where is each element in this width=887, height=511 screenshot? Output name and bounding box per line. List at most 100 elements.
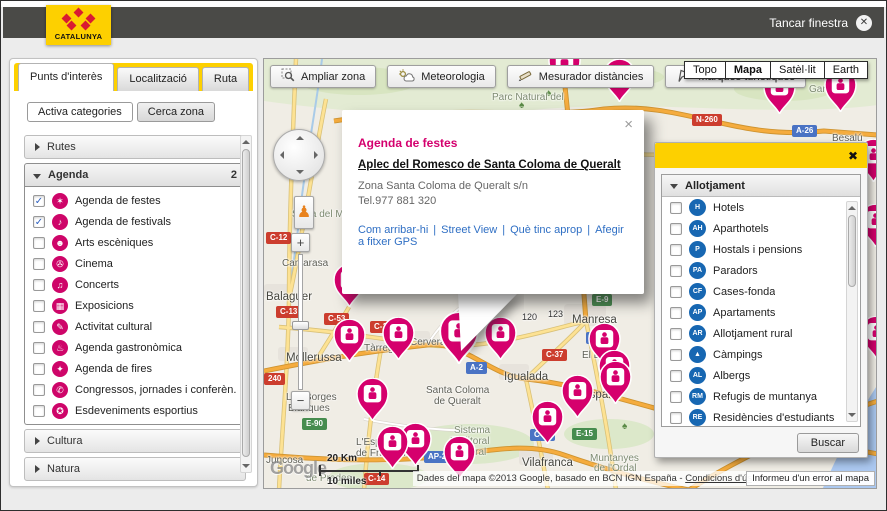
- pan-up-icon[interactable]: [296, 136, 304, 140]
- category-checkbox[interactable]: ✓: [33, 216, 45, 228]
- zoom-in-button[interactable]: +: [291, 233, 310, 252]
- category-label: Agenda de festivals: [75, 216, 171, 228]
- category-checkbox[interactable]: [670, 286, 682, 298]
- report-error-link[interactable]: Informeu d'un error al mapa: [746, 471, 875, 486]
- ampliar-zona-button[interactable]: Ampliar zona: [270, 65, 376, 88]
- popup-title-link[interactable]: Aplec del Romesco de Santa Coloma de Que…: [358, 159, 628, 171]
- scroll-down-icon[interactable]: [241, 460, 251, 472]
- scrollbar-thumb[interactable]: [242, 149, 250, 457]
- category-checkbox[interactable]: [670, 244, 682, 256]
- category-row: AHAparthotels: [662, 218, 860, 239]
- map-canvas[interactable]: Parc Natural delGarrotxaRipollBesalúSerr…: [263, 58, 877, 489]
- accordion-natura[interactable]: Natura: [24, 457, 246, 481]
- tab-ruta[interactable]: Ruta: [202, 67, 249, 91]
- category-label: Concerts: [75, 279, 119, 291]
- scrollbar-thumb[interactable]: [848, 215, 856, 287]
- hostals-i-pensions-icon: P: [689, 241, 706, 258]
- mesurador-dista-ncies-button[interactable]: Mesurador distàncies: [507, 65, 655, 88]
- tab-punts-d-intere-s[interactable]: Punts d'interès: [18, 63, 114, 91]
- category-checkbox[interactable]: [33, 321, 45, 333]
- accordion-rutes[interactable]: Rutes: [24, 135, 246, 159]
- category-checkbox[interactable]: [670, 328, 682, 340]
- category-checkbox[interactable]: [33, 405, 45, 417]
- que-tinc-aprop-link[interactable]: Què tinc aprop: [510, 224, 582, 236]
- popup-tail: [452, 293, 524, 355]
- map-pin[interactable]: [382, 317, 415, 365]
- search-button[interactable]: Buscar: [797, 433, 859, 453]
- category-row: ☻Arts escèniques: [25, 232, 245, 253]
- category-checkbox[interactable]: ✓: [33, 195, 45, 207]
- category-checkbox[interactable]: [670, 412, 682, 424]
- category-checkbox[interactable]: [33, 384, 45, 396]
- zoom-slider-handle[interactable]: [292, 321, 309, 330]
- view-mapa-button[interactable]: Mapa: [726, 61, 771, 79]
- category-row: PHostals i pensions: [662, 239, 860, 260]
- category-checkbox[interactable]: [33, 258, 45, 270]
- category-label: Paradors: [713, 265, 758, 277]
- pegman-icon[interactable]: ♟: [294, 196, 314, 229]
- view-earth-button[interactable]: Earth: [825, 61, 868, 79]
- map-pin[interactable]: [333, 319, 366, 367]
- popup-close-icon[interactable]: ×: [624, 118, 633, 132]
- pan-control[interactable]: [273, 129, 325, 181]
- pan-down-icon[interactable]: [296, 170, 304, 174]
- logo-diamond: [74, 8, 84, 18]
- map-pin[interactable]: [599, 361, 632, 409]
- com-arribar-hi-link[interactable]: Com arribar-hi: [358, 224, 428, 236]
- catalunya-logo: CATALUNYA: [46, 5, 111, 45]
- map-pin[interactable]: [561, 375, 594, 423]
- view-topo-button[interactable]: Topo: [684, 61, 726, 79]
- accordion-cultura[interactable]: Cultura: [24, 429, 246, 453]
- category-checkbox[interactable]: [670, 349, 682, 361]
- pan-right-icon[interactable]: [314, 151, 318, 159]
- toolbar-button-label: Meteorologia: [421, 71, 485, 83]
- map-label: 123: [548, 309, 563, 319]
- accordion-label: Agenda: [48, 169, 88, 181]
- map-pin[interactable]: [531, 401, 564, 449]
- map-label: Vilafranca: [522, 457, 573, 469]
- selected-count-badge: 2: [231, 169, 237, 181]
- category-label: Albergs: [713, 370, 750, 382]
- category-checkbox[interactable]: [33, 342, 45, 354]
- view-sate-l-lit-button[interactable]: Satèl·lit: [771, 61, 825, 79]
- category-checkbox[interactable]: [670, 202, 682, 214]
- toolbar-button-label: Mesurador distàncies: [539, 71, 644, 83]
- map-scale: 20 Km 10 miles: [319, 453, 419, 487]
- cerca-zona-button[interactable]: Cerca zona: [137, 102, 215, 122]
- road-badge: E-9: [592, 294, 612, 306]
- map-pin[interactable]: [356, 378, 389, 426]
- zoom-out-button[interactable]: −: [291, 391, 310, 410]
- close-icon[interactable]: ✕: [856, 15, 872, 31]
- category-checkbox[interactable]: [670, 223, 682, 235]
- activa-categories-button[interactable]: Activa categories: [27, 102, 133, 122]
- category-checkbox[interactable]: [670, 391, 682, 403]
- scroll-up-icon[interactable]: [847, 202, 857, 214]
- panel-close-icon[interactable]: ✖: [848, 150, 858, 162]
- info-popup: × Agenda de festes Aplec del Romesco de …: [342, 110, 644, 294]
- allotjament-rural-icon: AR: [689, 325, 706, 342]
- accordion-allotjament[interactable]: Allotjament: [662, 175, 860, 197]
- accordion-agenda[interactable]: Agenda 2: [24, 163, 246, 187]
- sidebar-scrollbar[interactable]: [240, 135, 252, 473]
- map-label: Camarasa: [282, 258, 328, 269]
- category-checkbox[interactable]: [33, 237, 45, 249]
- close-window-button[interactable]: Tancar finestra ✕: [769, 15, 872, 31]
- category-checkbox[interactable]: [670, 370, 682, 382]
- scroll-up-icon[interactable]: [241, 136, 251, 148]
- category-checkbox[interactable]: [33, 279, 45, 291]
- category-row: PAParadors: [662, 260, 860, 281]
- street-view-link[interactable]: Street View: [441, 224, 497, 236]
- terms-link[interactable]: Condicions d'ús: [685, 473, 752, 484]
- pan-left-icon[interactable]: [280, 151, 284, 159]
- google-logo: Google: [270, 458, 326, 479]
- category-checkbox[interactable]: [33, 300, 45, 312]
- category-checkbox[interactable]: [33, 363, 45, 375]
- panel-scrollbar[interactable]: [846, 201, 858, 422]
- meteorologia-button[interactable]: Meteorologia: [387, 65, 496, 88]
- scroll-down-icon[interactable]: [847, 409, 857, 421]
- tab-localitzacio[interactable]: Localització: [117, 67, 198, 91]
- category-checkbox[interactable]: [670, 265, 682, 277]
- popup-phone: Tel.977 881 320: [358, 194, 628, 209]
- ruler-icon: [518, 68, 533, 85]
- category-checkbox[interactable]: [670, 307, 682, 319]
